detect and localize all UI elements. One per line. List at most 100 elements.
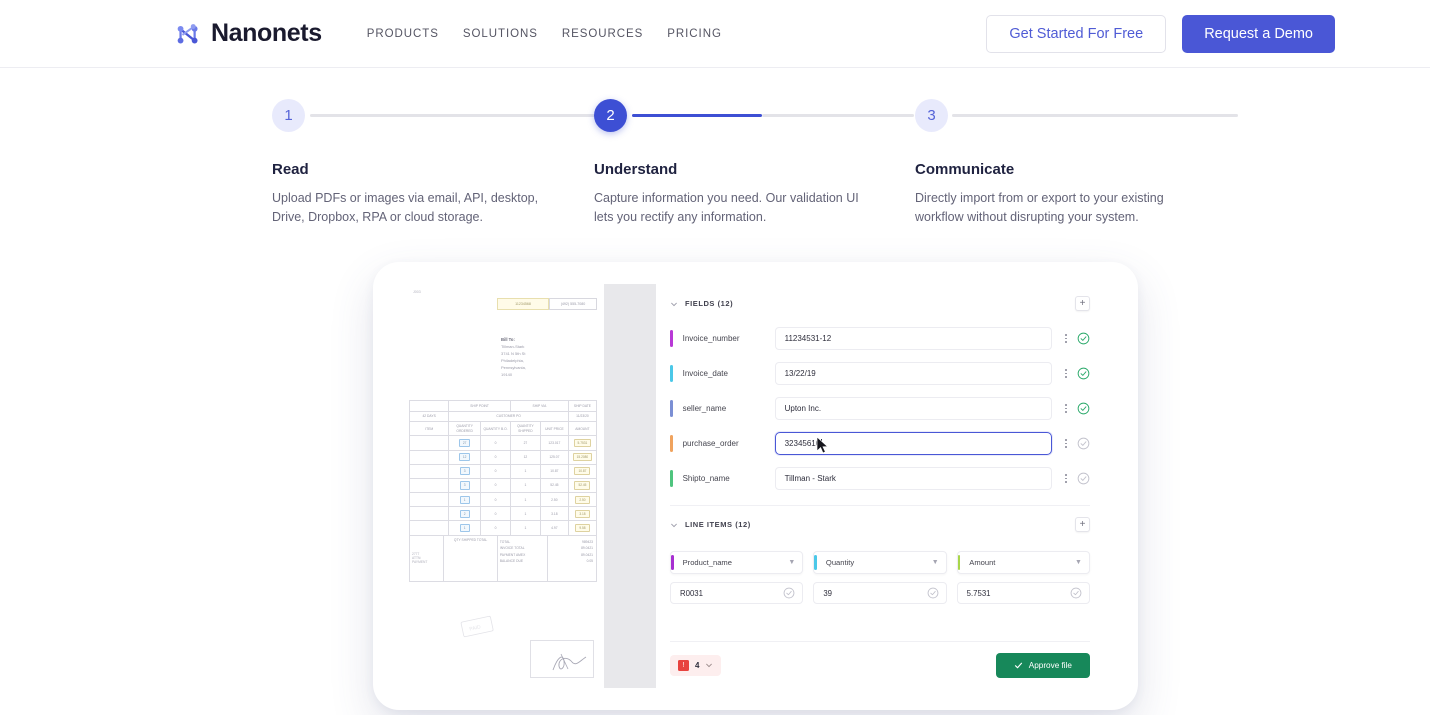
chevron-down-icon[interactable] [670,300,678,308]
field-menu-button[interactable] [1057,474,1075,483]
fields-section-header: FIELDS (12) + [670,296,1090,311]
line-items-section-header: LINE ITEMS (12) + [670,517,1090,532]
doc-value-invoice-total: 89.0421 [581,546,593,551]
step-1-circle: 1 [272,99,305,132]
field-menu-button[interactable] [1057,404,1075,413]
logo[interactable]: Nanonets [174,19,322,49]
line-item-value-cell[interactable]: 39 [813,582,947,604]
error-count-pill[interactable]: ! 4 [670,654,722,676]
field-value-input[interactable]: 32345610 [774,432,1052,455]
doc-total-values: 989423 89.0421 89.0421 0.05 [548,535,597,581]
field-menu-button[interactable] [1057,439,1075,448]
doc-total-labels: TOTAL INVOICE TOTAL PAYMENT AMEX BALANCE… [498,535,549,581]
line-item-accent-bar [957,555,961,570]
svg-text:PAID: PAID [469,624,482,632]
field-menu-button[interactable] [1057,369,1075,378]
doc-bill-to-line-4: Pennsylvania, [501,365,526,371]
line-item-value-cell[interactable]: 5.7531 [956,582,1090,604]
line-item-value-cell[interactable]: R0031 [670,582,804,604]
field-label: seller_name [682,404,727,413]
nav-item-resources[interactable]: RESOURCES [562,28,643,40]
field-verify-check-icon[interactable] [1077,472,1090,485]
nav-item-solutions[interactable]: SOLUTIONS [463,28,538,40]
line-item-column-dropdown[interactable]: Amount ▼ [956,551,1090,574]
line-item-accent-bar [814,555,817,570]
chevron-down-icon[interactable] [705,661,713,669]
doc-bill-to-label: Bill To: [501,337,515,342]
section-divider [670,505,1090,506]
line-item-verify-check-icon[interactable] [927,587,939,599]
doc-cell-shipped: 1 [511,478,541,493]
doc-cell-amount: 10.87 [569,464,597,478]
doc-cell-bo: 0 [481,507,511,521]
add-line-item-button[interactable]: + [1075,517,1090,532]
field-verify-check-icon[interactable] [1077,332,1090,345]
step-communicate[interactable]: 3 Communicate Directly import from or ex… [915,99,1215,228]
line-item-column-dropdown[interactable]: Product_name ▼ [670,551,804,574]
error-flag-icon: ! [678,659,689,671]
doc-col-bo: QUANTITY B.O. [481,421,511,436]
nav-item-products[interactable]: PRODUCTS [367,28,439,40]
doc-cell-item [410,521,450,535]
doc-code-box: 11234568 [497,298,549,310]
doc-col-shipped: QUANTITY SHIPPED [511,421,541,436]
step-understand[interactable]: 2 Understand Capture information you nee… [594,99,894,228]
fields-list: Invoice_number 11234531-12 Invoice_date 13/… [670,321,1090,496]
step-1-desc: Upload PDFs or images via email, API, de… [272,191,539,225]
error-count-label: 4 [695,660,700,670]
doc-cell-amount: 15.2080 [569,450,597,464]
step-read[interactable]: 1 Read Upload PDFs or images via email, … [272,99,572,228]
line-item-column-dropdown[interactable]: Quantity ▼ [813,551,947,574]
doc-bill-to-line-5: 19140 [501,372,513,378]
doc-cell-item [410,478,450,493]
doc-cell-price: 3.18 [541,507,569,521]
field-verify-check-icon[interactable] [1077,367,1090,380]
chevron-down-icon[interactable]: ▼ [788,559,795,566]
field-value-input[interactable]: Upton Inc. [774,397,1052,420]
doc-cell-item [410,493,450,507]
doc-label-total: TOTAL [499,539,511,544]
line-item-verify-check-icon[interactable] [1070,587,1082,599]
request-demo-button[interactable]: Request a Demo [1182,14,1335,53]
field-value-input[interactable]: Tillman - Stark [774,467,1052,490]
field-verify-check-icon[interactable] [1077,402,1090,415]
logo-text: Nanonets [211,19,322,47]
doc-cell-ordered: 2 [449,507,482,521]
check-icon [1014,662,1022,668]
chevron-down-icon[interactable]: ▼ [932,559,939,566]
chevron-down-icon[interactable] [670,521,678,529]
doc-bill-to-line-3: Philadelphia, [501,358,524,364]
field-verify-check-icon[interactable] [1077,437,1090,450]
doc-value-balance: 0.05 [586,559,593,564]
doc-stamp-icon: PAID [460,615,494,638]
line-item-verify-check-icon[interactable] [783,587,795,599]
doc-cell-price: 123.017 [541,436,569,450]
line-item-value: R0031 [680,588,703,598]
doc-cell-bo: 0 [481,450,511,464]
field-value-input[interactable]: 11234531-12 [774,327,1052,350]
doc-footer-left: 2777 ATTN: PAYMENT [410,535,445,581]
doc-cell-item [410,464,450,478]
field-row: Invoice_date 13/22/19 [670,356,1090,391]
document-preview-pane[interactable]: J003 11234568 (492) 555-7080 Bill To: Ti… [402,284,604,688]
doc-th-ship-point: SHIP POINT [449,401,511,411]
get-started-button[interactable]: Get Started For Free [986,14,1167,53]
field-value-input[interactable]: 13/22/19 [774,362,1052,385]
chevron-down-icon[interactable]: ▼ [1075,559,1082,566]
approve-file-button[interactable]: Approve file [995,652,1090,678]
nav-item-pricing[interactable]: PRICING [667,28,722,40]
field-row: Shipto_name Tillman - Stark [670,461,1090,496]
add-field-button[interactable]: + [1075,296,1090,311]
doc-table-row: 12 0 12 125.07 15.2080 [410,450,597,465]
doc-cell-price: 52.45 [541,478,569,493]
field-menu-button[interactable] [1057,334,1075,343]
doc-value-total: 989423 [581,539,593,544]
line-item-value: 39 [823,588,833,598]
doc-cell-shipped: 1 [511,464,541,478]
main-nav: PRODUCTS SOLUTIONS RESOURCES PRICING [367,28,722,40]
app-bottom-bar: ! 4 Approve file [670,641,1090,688]
site-header: Nanonets PRODUCTS SOLUTIONS RESOURCES PR… [0,0,1430,68]
field-label: purchase_order [682,439,739,448]
doc-th-days: 42 DAYS [410,411,450,421]
doc-signature-icon [552,653,587,671]
